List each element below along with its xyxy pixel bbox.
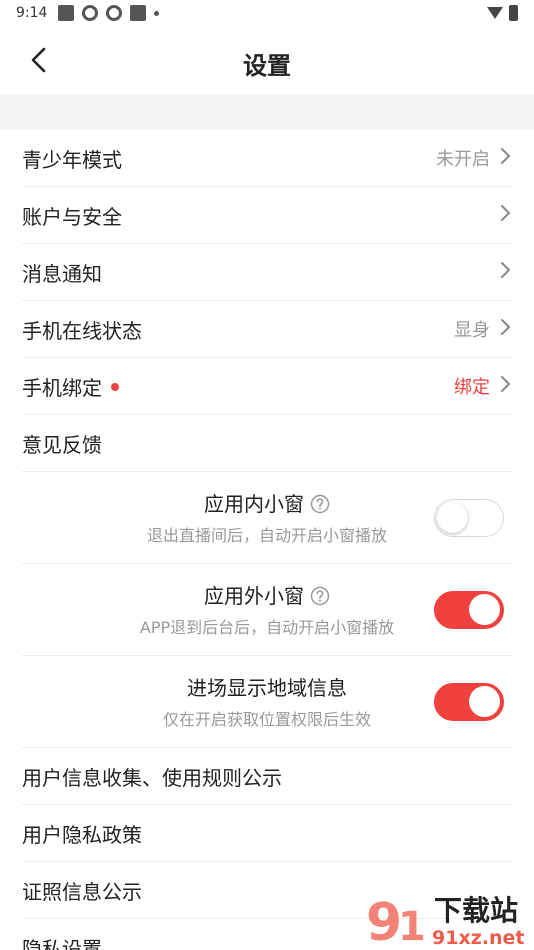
wifi-icon (487, 7, 503, 19)
settings-row-info-collection-rules[interactable]: 用户信息收集、使用规则公示 (22, 748, 512, 805)
row-value: 绑定 (454, 377, 490, 398)
in-app-window-toggle[interactable] (434, 498, 504, 537)
settings-list: 青少年模式 未开启 账户与安全 消息通知 手机在线状态 显身 手机绑定 绑定 意… (0, 130, 534, 950)
out-app-window-toggle[interactable] (434, 590, 504, 629)
notification-square-icon (58, 5, 74, 21)
chevron-right-icon (498, 204, 512, 226)
red-dot-badge (111, 383, 119, 391)
row-label: 青少年模式 (22, 147, 122, 172)
row-label: 账户与安全 (22, 204, 122, 229)
settings-row-out-app-window: 应用外小窗 APP退到后台后，自动开启小窗播放 (22, 564, 512, 656)
more-notifications-dot-icon (154, 10, 159, 16)
toggle-knob (437, 501, 468, 533)
notification-icons (58, 5, 159, 21)
row-label: 意见反馈 (22, 432, 102, 457)
row-subtitle: 仅在开启获取位置权限后生效 (162, 710, 371, 729)
settings-row-notifications[interactable]: 消息通知 (22, 244, 512, 301)
notification-pinwheel-icon (82, 5, 98, 21)
chevron-right-icon (498, 318, 512, 340)
help-circle-icon[interactable] (310, 586, 330, 606)
settings-row-youth-mode[interactable]: 青少年模式 未开启 (22, 130, 512, 187)
svg-text:9: 9 (366, 893, 402, 950)
row-subtitle: 退出直播间后，自动开启小窗播放 (146, 526, 387, 545)
chevron-right-icon (498, 375, 512, 397)
status-time: 9:14 (16, 5, 48, 21)
settings-row-in-app-window: 应用内小窗 退出直播间后，自动开启小窗播放 (22, 472, 512, 564)
toggle-knob (469, 593, 500, 625)
svg-text:1: 1 (398, 904, 426, 950)
settings-row-phone-binding[interactable]: 手机绑定 绑定 (22, 358, 512, 415)
row-value: 显身 (454, 320, 490, 341)
settings-row-feedback[interactable]: 意见反馈 (22, 415, 512, 472)
system-icons (487, 5, 518, 21)
page-title: 设置 (243, 52, 291, 80)
row-label: 消息通知 (22, 261, 102, 286)
settings-row-privacy-policy[interactable]: 用户隐私政策 (22, 805, 512, 862)
settings-row-account-security[interactable]: 账户与安全 (22, 187, 512, 244)
row-label: 手机绑定 (22, 372, 119, 401)
row-label: 应用外小窗 (204, 581, 330, 611)
notification-square-icon (130, 5, 146, 21)
row-label: 证照信息公示 (22, 879, 142, 904)
toggle-knob (469, 685, 500, 717)
help-circle-icon[interactable] (310, 494, 330, 514)
row-label: 进场显示地域信息 (187, 676, 347, 700)
header: 设置 (0, 28, 534, 94)
row-label: 应用内小窗 (204, 489, 330, 519)
settings-row-online-status[interactable]: 手机在线状态 显身 (22, 301, 512, 358)
row-subtitle: APP退到后台后，自动开启小窗播放 (139, 618, 395, 637)
settings-row-region-info: 进场显示地域信息 仅在开启获取位置权限后生效 (22, 656, 512, 748)
row-label: 用户信息收集、使用规则公示 (22, 765, 282, 790)
chevron-right-icon (498, 147, 512, 169)
watermark-brand: 下载站 (434, 894, 518, 927)
row-label: 用户隐私政策 (22, 822, 142, 847)
row-value: 未开启 (436, 149, 490, 170)
battery-icon (509, 5, 518, 21)
section-divider (0, 94, 534, 130)
status-bar: 9:14 (0, 0, 534, 28)
watermark-domain: 91xz.net (432, 927, 524, 949)
region-info-toggle[interactable] (434, 682, 504, 721)
row-label: 隐私设置 (22, 936, 102, 950)
notification-pinwheel-icon (106, 5, 122, 21)
watermark-logo: 9 1 下载站 91xz.net (366, 893, 524, 950)
row-label: 手机在线状态 (22, 318, 142, 343)
chevron-right-icon (498, 261, 512, 283)
